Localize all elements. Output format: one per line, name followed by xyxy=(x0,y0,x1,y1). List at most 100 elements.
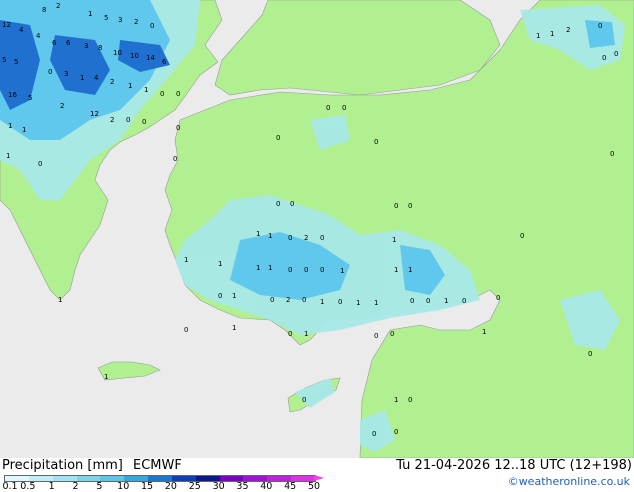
credit-link[interactable]: ©weatheronline.co.uk xyxy=(508,475,630,488)
map-value: 1 xyxy=(394,266,398,274)
map-value: 2 xyxy=(110,78,114,86)
map-value: 0 xyxy=(142,118,146,126)
precipitation-map: 12 4 8 2 1 5 3 2 0 4 6 6 3 8 10 10 14 6 … xyxy=(0,0,634,458)
model-name: ECMWF xyxy=(133,458,182,473)
map-value: 0 xyxy=(602,54,606,62)
map-value: 1 xyxy=(408,266,412,274)
map-value: 2 xyxy=(134,18,138,26)
colorbar-tick-label: 45 xyxy=(284,481,297,492)
map-value: 1 xyxy=(268,232,272,240)
map-value: 0 xyxy=(173,155,177,163)
colorbar-tick-label: 0.1 xyxy=(2,481,18,492)
map-value: 0 xyxy=(302,396,306,404)
map-value: 0 xyxy=(288,234,292,242)
colorbar-tick-label: 25 xyxy=(188,481,201,492)
map-value: 1 xyxy=(80,74,84,82)
map-value: 0 xyxy=(38,160,42,168)
map-value: 0 xyxy=(176,124,180,132)
map-value: 5 xyxy=(104,14,108,22)
colorbar-tick-label: 2 xyxy=(72,481,79,492)
map-value: 0 xyxy=(126,116,130,124)
map-value: 0 xyxy=(288,330,292,338)
map-value: 1 xyxy=(256,264,260,272)
colorbar-tick-label: 1 xyxy=(48,481,55,492)
map-value: 1 xyxy=(128,82,132,90)
map-value: 1 xyxy=(536,32,540,40)
map-value: 0 xyxy=(588,350,592,358)
map-value: 0 xyxy=(426,297,430,305)
map-value: 4 xyxy=(94,74,99,82)
map-value: 0 xyxy=(276,200,280,208)
map-value: 1 xyxy=(232,292,236,300)
map-value: 3 xyxy=(118,16,122,24)
map-value: 0 xyxy=(176,90,180,98)
map-value: 0 xyxy=(270,296,274,304)
map-value: 0 xyxy=(374,138,378,146)
map-value: 1 xyxy=(144,86,148,94)
map-value: 16 xyxy=(8,91,17,99)
map-value: 0 xyxy=(394,428,398,436)
map-value: 14 xyxy=(146,54,155,62)
map-value: 0 xyxy=(304,266,308,274)
map-value: 0 xyxy=(302,296,306,304)
map-value: 1 xyxy=(268,264,272,272)
map-value: 2 xyxy=(304,234,308,242)
map-value: 12 xyxy=(90,110,99,118)
map-value: 1 xyxy=(8,122,12,130)
colorbar-legend: 0.1 0.5 1 2 5 10 15 20 25 30 35 40 45 50 xyxy=(2,475,334,492)
map-value: 1 xyxy=(550,30,554,38)
colorbar-tick-label: 0.5 xyxy=(20,481,36,492)
map-value: 0 xyxy=(48,68,52,76)
map-value: 2 xyxy=(60,102,64,110)
product-title: Precipitation [mm] xyxy=(2,458,123,473)
map-value: 1 xyxy=(88,10,92,18)
map-value: 1 xyxy=(374,299,378,307)
map-value: 4 xyxy=(19,26,24,34)
map-value: 1 xyxy=(104,373,108,381)
map-value: 6 xyxy=(66,39,71,47)
map-value: 1 xyxy=(256,230,260,238)
map-value: 1 xyxy=(394,396,398,404)
map-value: 0 xyxy=(218,292,222,300)
map-value: 1 xyxy=(444,297,448,305)
map-value: 0 xyxy=(160,90,164,98)
map-value: 0 xyxy=(320,266,324,274)
map-value: 1 xyxy=(22,126,26,134)
map-value: 1 xyxy=(340,267,344,275)
map-value: 0 xyxy=(614,50,618,58)
colorbar-tick-label: 50 xyxy=(307,481,321,492)
map-value: 0 xyxy=(598,22,602,30)
map-value: 0 xyxy=(276,134,280,142)
map-value: 0 xyxy=(394,202,398,210)
map-value: 1 xyxy=(320,298,324,306)
map-value: 2 xyxy=(286,296,290,304)
map-value: 1 xyxy=(482,328,486,336)
map-value: 0 xyxy=(320,234,324,242)
map-value: 2 xyxy=(110,116,114,124)
colorbar-tick-label: 20 xyxy=(164,481,177,492)
map-value: 1 xyxy=(6,152,10,160)
map-value: 1 xyxy=(184,256,188,264)
map-value: 8 xyxy=(42,6,46,14)
map-value: 0 xyxy=(288,266,292,274)
map-value: 10 xyxy=(113,49,122,57)
map-value: 0 xyxy=(408,396,412,404)
map-value: 0 xyxy=(610,150,614,158)
map-value: 1 xyxy=(58,296,62,304)
colorbar-tick-label: 40 xyxy=(260,481,273,492)
colorbar-tick-label: 30 xyxy=(212,481,225,492)
map-value: 0 xyxy=(390,330,394,338)
map-value: 10 xyxy=(130,52,139,60)
map-value: 5 xyxy=(14,58,18,66)
map-value: 0 xyxy=(290,200,294,208)
map-value: 2 xyxy=(566,26,570,34)
colorbar-tick-label: 10 xyxy=(117,481,130,492)
map-value: 0 xyxy=(150,22,154,30)
map-value: 5 xyxy=(2,56,6,64)
map-value: 8 xyxy=(98,44,102,52)
colorbar-tick-label: 5 xyxy=(96,481,103,492)
map-value: 0 xyxy=(408,202,412,210)
map-value: 1 xyxy=(356,299,360,307)
map-value: 0 xyxy=(462,297,466,305)
colorbar-tick-label: 35 xyxy=(236,481,249,492)
